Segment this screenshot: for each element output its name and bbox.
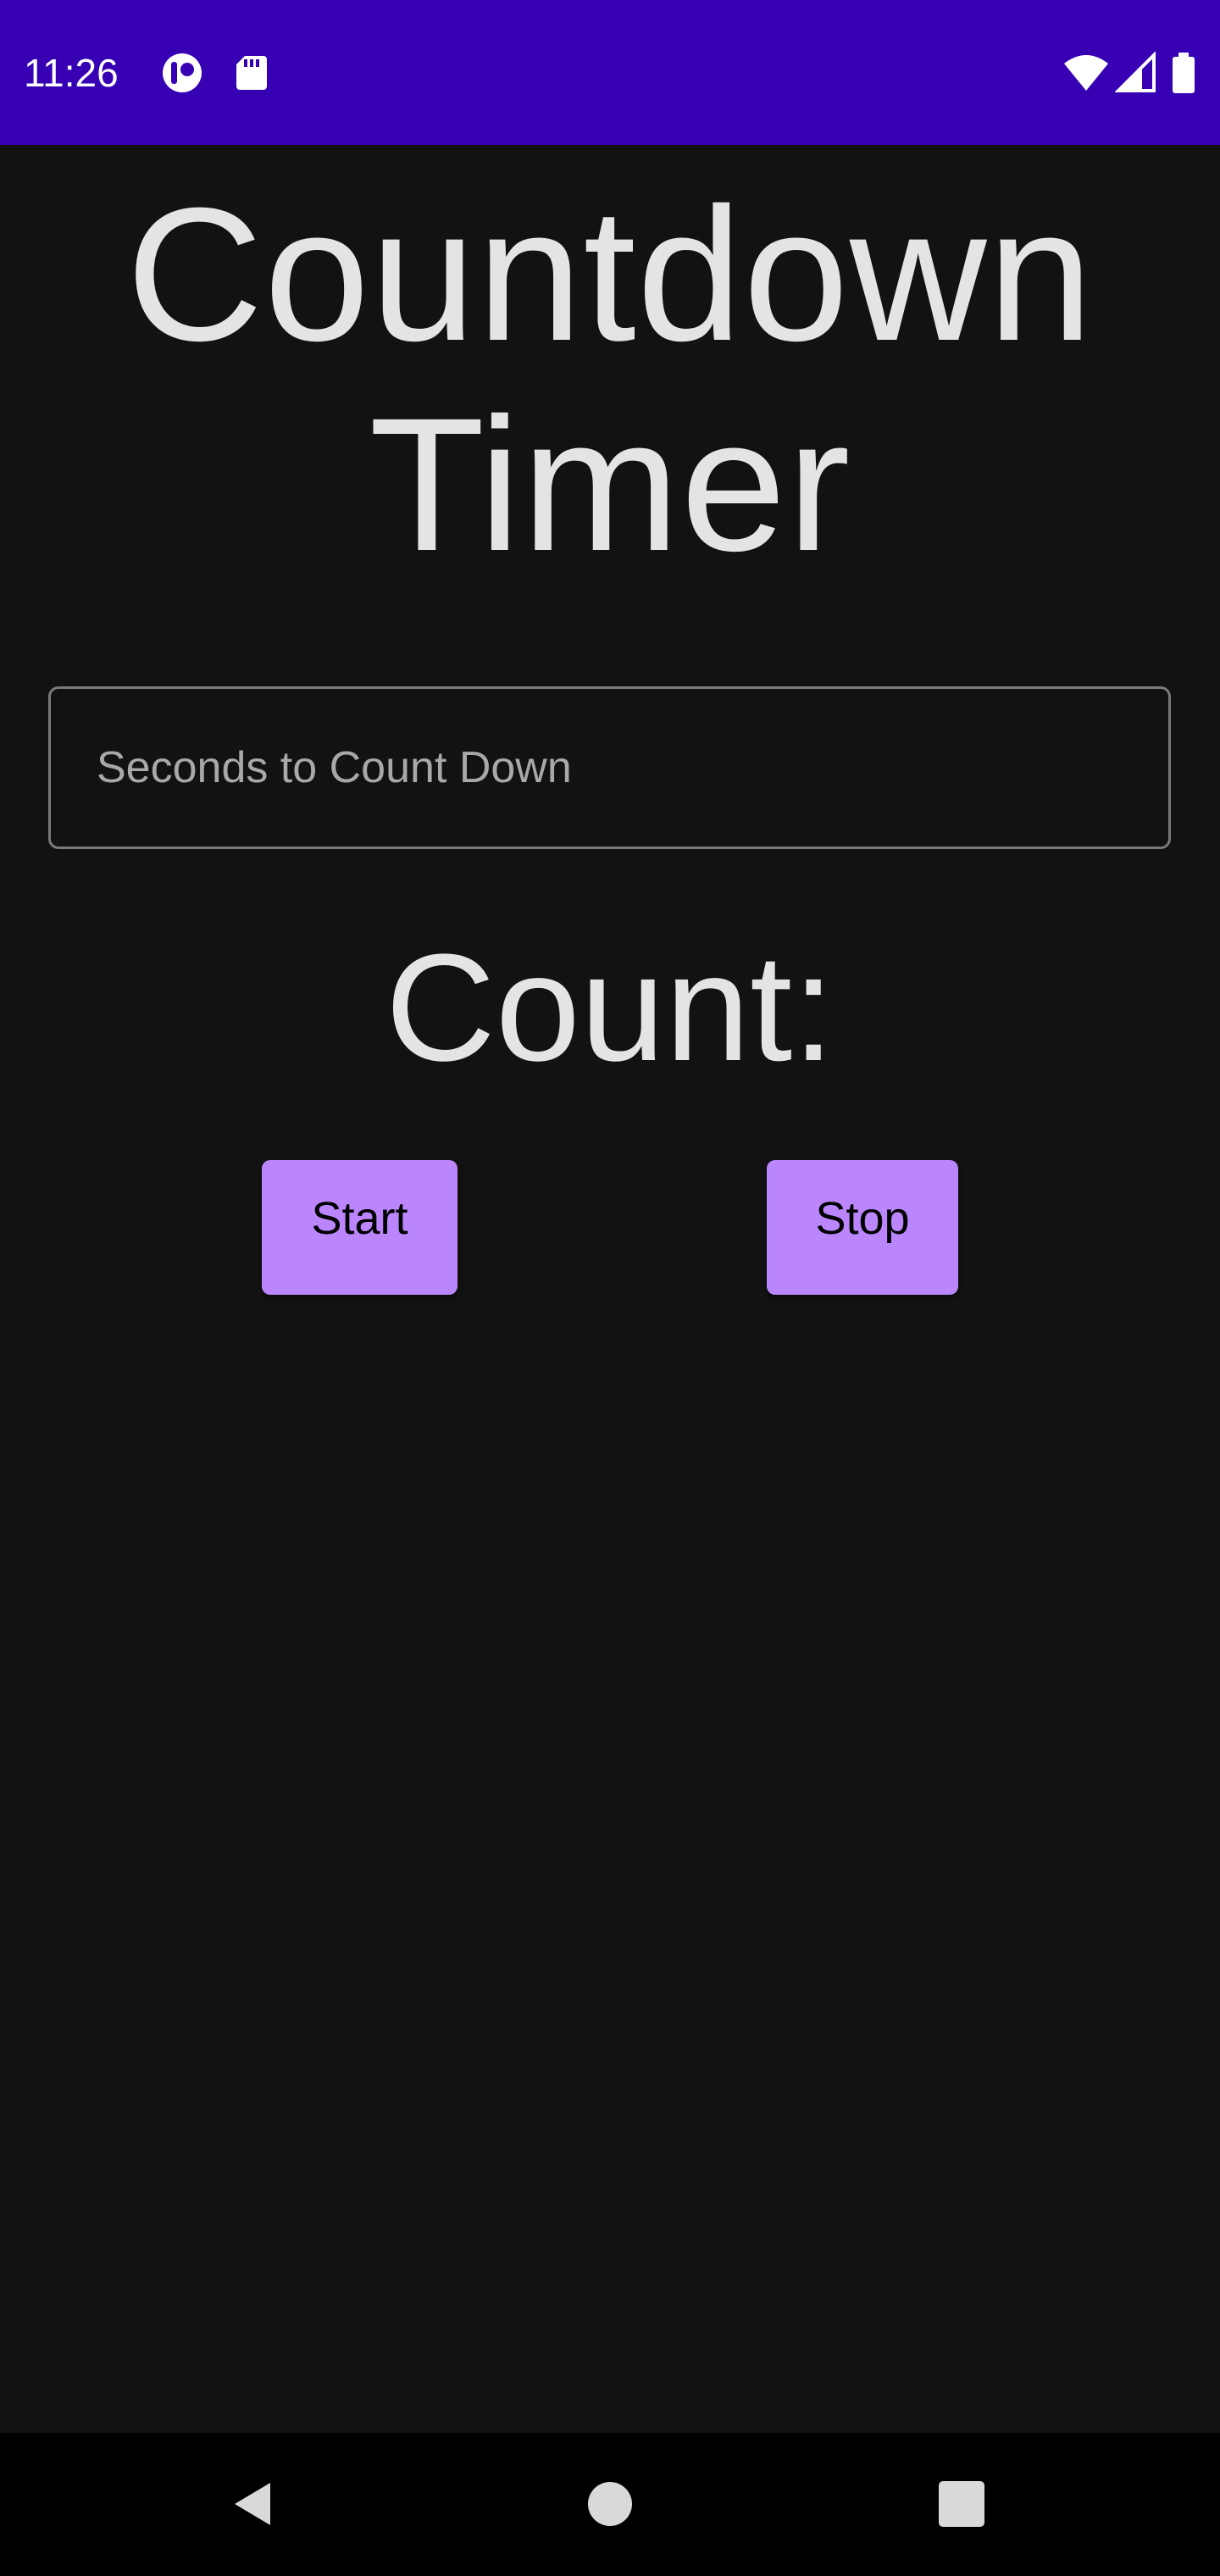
home-icon[interactable] xyxy=(585,2479,635,2529)
count-label: Count: xyxy=(385,923,835,1093)
recents-icon[interactable] xyxy=(937,2479,986,2529)
back-icon[interactable] xyxy=(230,2479,279,2529)
title-line-2: Timer xyxy=(369,379,851,591)
seconds-input[interactable] xyxy=(48,686,1171,849)
stop-button[interactable]: Stop xyxy=(767,1160,958,1295)
notification-app-icon xyxy=(161,52,203,94)
status-time: 11:26 xyxy=(24,51,119,95)
title-line-1: Countdown xyxy=(125,169,1095,380)
status-bar: 11:26 xyxy=(0,0,1220,145)
page-title: Countdown Timer xyxy=(0,169,1220,590)
wifi-icon xyxy=(1062,52,1110,94)
cellular-signal-icon xyxy=(1115,52,1157,94)
start-button[interactable]: Start xyxy=(262,1160,458,1295)
sd-card-icon xyxy=(230,52,273,94)
battery-icon xyxy=(1169,52,1198,94)
